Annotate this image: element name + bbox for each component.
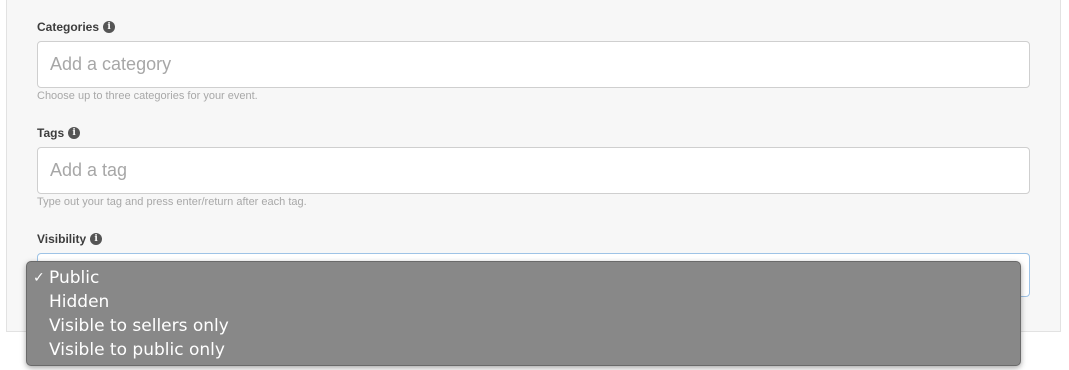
info-icon[interactable]: i — [103, 21, 116, 33]
visibility-dropdown-menu: ✓ Public Hidden Visible to sellers only … — [26, 261, 1021, 366]
visibility-label: Visibility i — [37, 232, 103, 246]
visibility-option-public-only[interactable]: Visible to public only — [27, 338, 1020, 362]
tags-label: Tags i — [37, 126, 81, 140]
visibility-option-hidden[interactable]: Hidden — [27, 290, 1020, 314]
categories-input[interactable] — [37, 41, 1030, 88]
info-icon[interactable]: i — [68, 127, 81, 139]
info-icon[interactable]: i — [90, 233, 103, 245]
visibility-option-public[interactable]: ✓ Public — [27, 266, 1020, 290]
checkmark-icon: ✓ — [33, 270, 45, 286]
tags-input[interactable] — [37, 147, 1030, 194]
categories-label: Categories i — [37, 20, 116, 34]
categories-help-text: Choose up to three categories for your e… — [37, 90, 258, 102]
visibility-option-sellers-only[interactable]: Visible to sellers only — [27, 314, 1020, 338]
tags-help-text: Type out your tag and press enter/return… — [37, 196, 307, 208]
